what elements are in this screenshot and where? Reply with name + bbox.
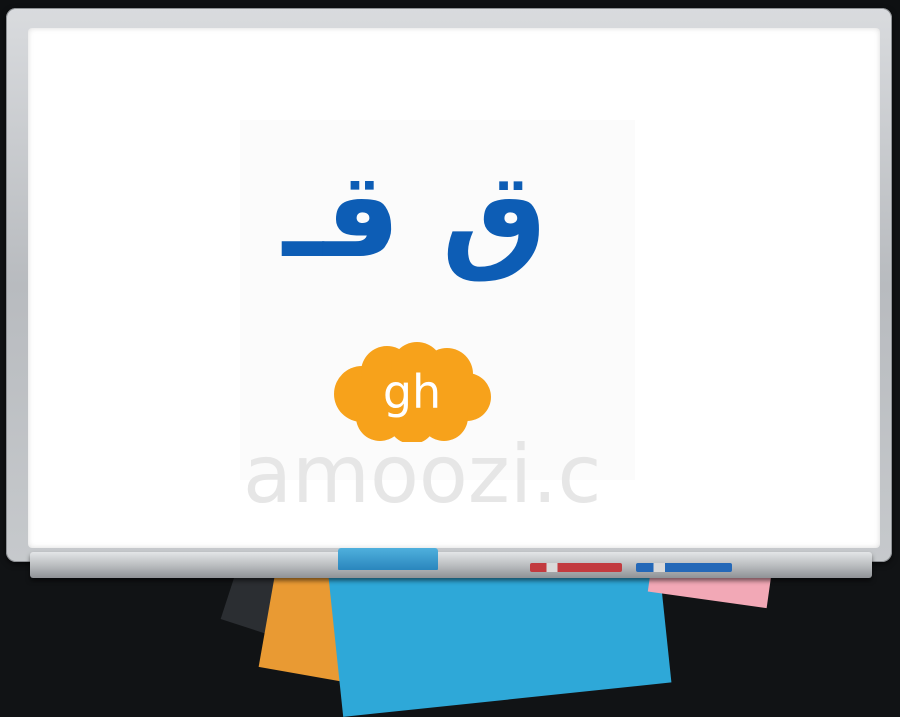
red-marker-icon: [530, 563, 622, 572]
marker-tray: [30, 552, 872, 578]
transliteration-label: gh: [382, 365, 442, 419]
eraser-icon: [338, 548, 438, 570]
arabic-letter-forms: ق قـ: [282, 146, 548, 284]
watermark: amoozi.c: [243, 430, 602, 520]
blue-marker-icon: [636, 563, 732, 572]
whiteboard-scene: ق قـ gh amoozi.c: [0, 0, 900, 717]
